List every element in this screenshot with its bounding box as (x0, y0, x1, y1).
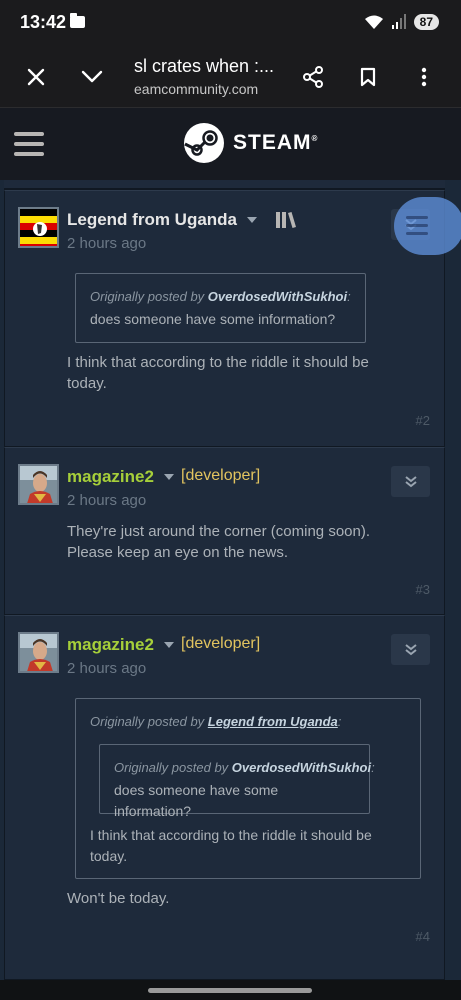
hamburger-menu-icon[interactable] (14, 132, 44, 156)
double-chevron-down-icon (404, 475, 417, 487)
post-body: I think that according to the riddle it … (67, 354, 369, 392)
status-time: 13:42 (20, 12, 67, 32)
system-nav-bar (0, 980, 461, 1000)
developer-avatar (20, 466, 57, 503)
caret-down-icon[interactable] (163, 474, 174, 480)
minimize-button[interactable] (73, 58, 111, 96)
wifi-icon (364, 15, 383, 29)
bookmark-button[interactable] (349, 58, 387, 96)
post-number[interactable]: #4 (416, 929, 430, 944)
post-body: Won't be today. (67, 890, 170, 907)
steam-logo-icon (184, 123, 224, 163)
post-timestamp: 2 hours ago (67, 660, 147, 677)
home-gesture-handle[interactable] (148, 988, 312, 993)
quote-text: I think that according to the riddle it … (90, 827, 372, 864)
bookmark-icon (360, 67, 376, 87)
page-title[interactable]: sl crates when :... (134, 56, 274, 77)
share-icon (303, 66, 323, 88)
author-name[interactable]: Legend from Uganda (67, 210, 297, 230)
post-number[interactable]: #3 (416, 582, 430, 597)
post-number[interactable]: #2 (416, 413, 430, 428)
share-button[interactable] (294, 58, 332, 96)
close-tab-button[interactable] (17, 58, 55, 96)
close-icon (27, 68, 45, 86)
avatar[interactable] (18, 464, 59, 505)
browser-toolbar: sl crates when :... eamcommunity.com (0, 46, 461, 108)
quote-header: Originally posted by OverdosedWithSukhoi… (114, 760, 375, 775)
uganda-flag-avatar (20, 209, 57, 246)
developer-tag: [developer] (181, 467, 261, 484)
status-bar: 13:42 87 (0, 0, 461, 46)
caret-down-icon[interactable] (247, 217, 258, 223)
developer-avatar (20, 634, 57, 671)
chevron-down-icon (81, 70, 103, 83)
author-name[interactable]: magazine2 (67, 467, 174, 487)
more-options-button[interactable] (405, 58, 443, 96)
steam-wordmark: STEAM® (233, 131, 319, 154)
page-domain[interactable]: eamcommunity.com (134, 81, 258, 97)
previous-post-edge (4, 180, 445, 190)
collapse-button[interactable] (391, 634, 430, 665)
comment-post: magazine2 [developer] 2 hours ago Origin… (4, 615, 445, 980)
quote-text: does someone have some information? (90, 311, 336, 327)
quote-header: Originally posted by Legend from Uganda: (90, 714, 342, 729)
folder-icon (70, 13, 85, 28)
quote-author[interactable]: OverdosedWithSukhoi (208, 289, 347, 304)
quote-header: Originally posted by OverdosedWithSukhoi… (90, 289, 351, 304)
post-body: They're just around the corner (coming s… (67, 523, 371, 561)
floating-menu-button[interactable] (394, 197, 461, 255)
avatar[interactable] (18, 207, 59, 248)
quote-block: Originally posted by Legend from Uganda:… (75, 698, 421, 879)
library-icon[interactable] (275, 211, 297, 229)
quote-author-link[interactable]: Legend from Uganda (208, 714, 338, 729)
author-name[interactable]: magazine2 (67, 635, 174, 655)
comment-post: Legend from Uganda 2 hours ago Originall… (4, 190, 461, 447)
post-timestamp: 2 hours ago (67, 492, 147, 509)
quote-text: does someone have some information? (114, 782, 279, 819)
comment-thread: Legend from Uganda 2 hours ago Originall… (0, 180, 461, 980)
double-chevron-down-icon (404, 643, 417, 655)
collapse-button[interactable] (391, 466, 430, 497)
post-timestamp: 2 hours ago (67, 235, 147, 252)
signal-icon (391, 14, 406, 29)
steam-logo[interactable]: STEAM® (183, 122, 318, 164)
quote-block: Originally posted by OverdosedWithSukhoi… (75, 273, 366, 343)
more-vertical-icon (421, 67, 427, 87)
battery-indicator: 87 (413, 14, 439, 30)
avatar[interactable] (18, 632, 59, 673)
caret-down-icon[interactable] (163, 642, 174, 648)
developer-tag: [developer] (181, 635, 261, 652)
comment-post: magazine2 [developer] 2 hours ago They'r… (4, 447, 445, 615)
steam-header: STEAM® (0, 108, 461, 180)
quote-author[interactable]: OverdosedWithSukhoi (232, 760, 371, 775)
status-indicators: 87 (364, 14, 439, 30)
nested-quote-block: Originally posted by OverdosedWithSukhoi… (99, 744, 375, 819)
